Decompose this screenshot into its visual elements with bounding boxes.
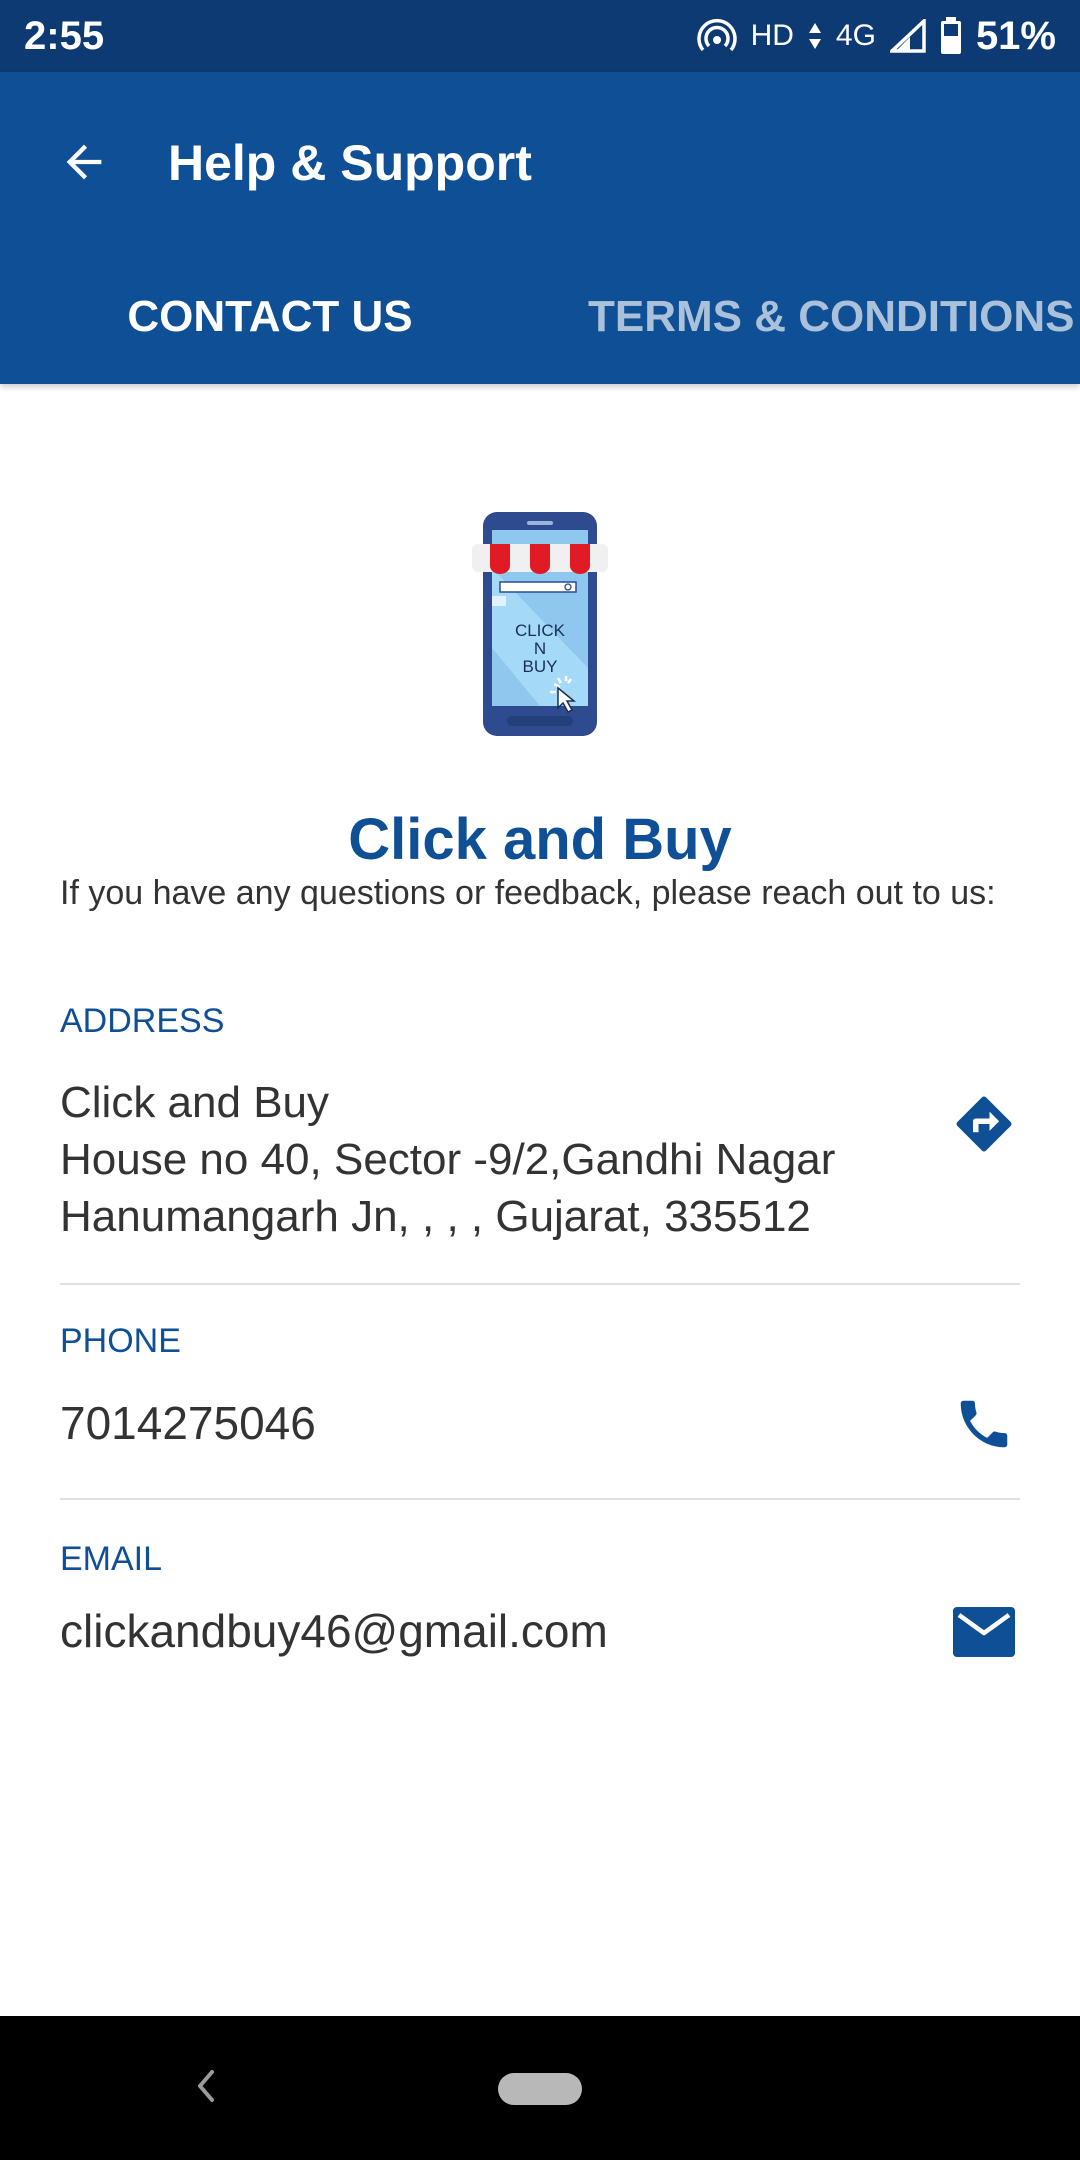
data-arrows-icon — [808, 23, 821, 49]
address-line-1: Click and Buy — [60, 1078, 330, 1127]
signal-icon — [889, 19, 926, 53]
back-button[interactable] — [48, 126, 120, 198]
battery-icon — [940, 17, 961, 54]
logo-text-n: N — [534, 639, 546, 658]
address-line-2: House no 40, Sector -9/2,Gandhi Nagar — [60, 1135, 836, 1184]
intro-text: If you have any questions or feedback, p… — [60, 874, 996, 912]
arrow-back-icon — [66, 144, 102, 180]
app-bar: Help & Support CONTACT US TERMS & CONDIT… — [0, 72, 1080, 384]
status-time: 2:55 — [24, 13, 105, 58]
address-label: ADDRESS — [60, 1002, 225, 1040]
call-button[interactable] — [949, 1389, 1019, 1459]
company-name: Click and Buy — [348, 807, 732, 872]
phone-icon — [960, 1400, 1008, 1448]
page-title: Help & Support — [168, 135, 532, 191]
hd-indicator: HD — [750, 19, 794, 52]
address-text: Click and Buy House no 40, Sector -9/2,G… — [60, 1074, 920, 1245]
directions-button[interactable] — [949, 1089, 1019, 1159]
tab-contact-us[interactable]: CONTACT US — [0, 272, 540, 362]
system-nav-bar — [0, 2016, 1080, 2160]
nav-home-pill[interactable] — [498, 2073, 582, 2105]
status-bar: 2:55 HD 4G 51% — [0, 0, 1080, 72]
address-line-3: Hanumangarh Jn, , , , Gujarat, 335512 — [60, 1192, 811, 1241]
shop-awning — [472, 544, 608, 574]
tab-indicator — [0, 378, 540, 384]
nav-back-icon[interactable] — [186, 2056, 226, 2116]
hotspot-icon — [696, 19, 737, 52]
directions-icon — [956, 1096, 1012, 1152]
email-button[interactable] — [949, 1597, 1019, 1667]
phone-number[interactable]: 7014275046 — [60, 1396, 316, 1450]
network-type: 4G — [835, 19, 876, 52]
email-address[interactable]: clickandbuy46@gmail.com — [60, 1604, 608, 1658]
divider — [60, 1283, 1020, 1285]
tab-terms-conditions[interactable]: TERMS & CONDITIONS — [588, 272, 1080, 362]
logo-text-buy: BUY — [523, 657, 558, 676]
mail-icon — [953, 1607, 1015, 1657]
phone-label: PHONE — [60, 1322, 181, 1360]
app-logo: CLICK N BUY — [472, 512, 608, 736]
logo-text-click: CLICK — [515, 621, 566, 640]
email-label: EMAIL — [60, 1540, 163, 1578]
battery-percent: 51% — [975, 13, 1056, 58]
status-icons: HD 4G 51% — [696, 13, 1056, 59]
divider — [60, 1498, 1020, 1500]
